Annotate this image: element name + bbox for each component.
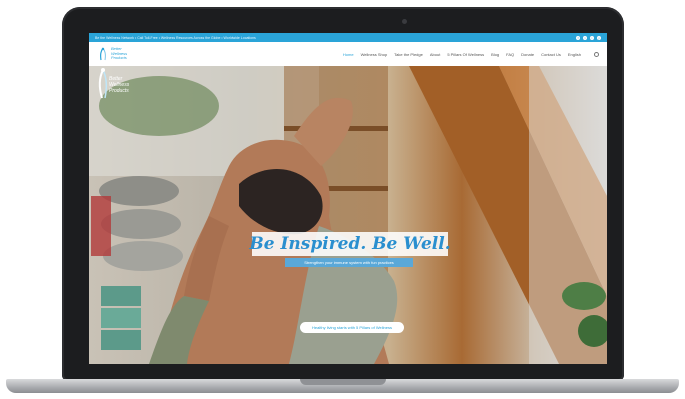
nav-take-the-pledge[interactable]: Take the Pledge — [394, 52, 423, 57]
camera-icon — [402, 19, 407, 24]
nav-five-pillars[interactable]: 5 Pillars Of Wellness — [447, 52, 484, 57]
svg-text:Products: Products — [109, 88, 129, 94]
twitter-icon[interactable]: t — [583, 35, 587, 40]
logo-text: Better Wellness Products — [111, 47, 127, 61]
hero-subline: Strengthen your immune system with fun p… — [285, 258, 413, 267]
hero-photo — [89, 66, 607, 364]
site-logo[interactable]: Better Wellness Products — [97, 47, 157, 61]
facebook-icon[interactable]: f — [576, 35, 580, 40]
youtube-icon[interactable]: y — [597, 35, 601, 40]
nav-about[interactable]: About — [430, 52, 440, 57]
logo-figure-icon — [100, 47, 106, 61]
main-nav: Home Wellness Shop Take the Pledge About… — [343, 51, 599, 57]
nav-faq[interactable]: FAQ — [506, 52, 514, 57]
nav-home[interactable]: Home — [343, 52, 354, 57]
cta-button[interactable]: Healthy living starts with 5 Pillars of … — [300, 322, 404, 333]
nav-blog[interactable]: Blog — [491, 52, 499, 57]
hero-logo-icon: Better Wellness Products — [98, 68, 129, 99]
laptop-notch — [300, 379, 386, 385]
topbar-text: Be the Wellness Network • Call Toll-Free… — [95, 35, 256, 40]
nav-wellness-shop[interactable]: Wellness Shop — [361, 52, 388, 57]
top-info-bar: Be the Wellness Network • Call Toll-Free… — [89, 33, 607, 42]
nav-donate[interactable]: Donate — [521, 52, 534, 57]
hero-headline: Be Inspired. Be Well. — [249, 232, 451, 256]
laptop-screen: Be the Wellness Network • Call Toll-Free… — [89, 33, 607, 364]
site-header: Better Wellness Products Home Wellness S… — [89, 42, 607, 66]
nav-contact-us[interactable]: Contact Us — [541, 52, 561, 57]
instagram-icon[interactable]: i — [590, 35, 594, 40]
search-icon[interactable] — [594, 51, 599, 57]
logo-line-3: Products — [111, 55, 127, 61]
social-links: f t i y — [576, 35, 601, 40]
hero-section: Better Wellness Products Be Inspired. Be… — [89, 66, 607, 364]
nav-language[interactable]: English — [568, 52, 581, 57]
